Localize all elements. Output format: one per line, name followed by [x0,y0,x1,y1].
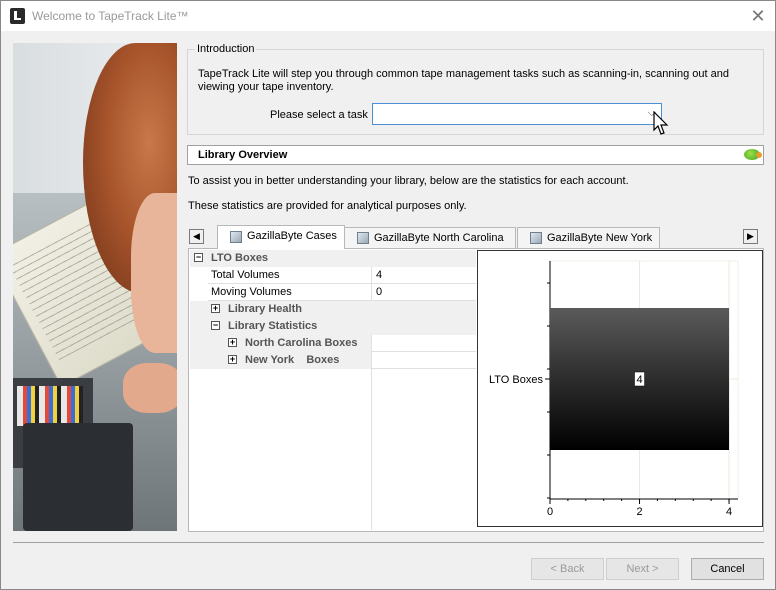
tab-label: GazillaByte North Carolina [374,232,504,244]
tab-scroll-right-button[interactable]: ▶ [743,229,758,244]
grid-row-value [371,335,476,352]
grid-row-moving-volumes[interactable]: Moving Volumes 0 [190,284,476,301]
expand-icon[interactable]: + [228,338,237,347]
statistics-note: These statistics are provided for analyt… [188,200,467,212]
grid-row-value: 0 [371,284,476,301]
grid-row-library-health[interactable]: + Library Health [190,301,476,318]
grid-row-new-york-boxes[interactable]: + New York Boxes [190,352,476,369]
grid-empty-value-area [371,369,476,530]
next-button[interactable]: Next > [606,558,679,580]
hero-person-hand [123,363,177,413]
library-overview-header: Library Overview [187,145,764,165]
x-tick-label: 0 [547,506,553,518]
chart-canvas: 0 2 4 LTO Boxes 4 [489,260,739,518]
grid-row-label: Library Health [228,303,302,315]
data-label: 4 [636,374,642,386]
tab-gazillabyte-north-carolina[interactable]: GazillaByte North Carolina [344,227,516,248]
hero-person-face [131,193,177,353]
statistics-grid: − LTO Boxes Total Volumes 4 Moving Volum… [190,250,476,530]
grid-row-total-volumes[interactable]: Total Volumes 4 [190,267,476,284]
tab-label: GazillaByte Cases [247,230,337,242]
task-select-label: Please select a task [270,109,368,121]
back-button[interactable]: < Back [531,558,604,580]
introduction-group-title: Introduction [195,43,257,55]
tab-label: GazillaByte New York [547,232,653,244]
x-tick-label: 2 [636,506,642,518]
close-button[interactable]: ✕ [745,5,771,27]
grid-empty-area [190,369,371,530]
hero-photo [13,43,177,531]
gazillabyte-logo-icon [744,149,762,160]
collapse-icon[interactable]: − [211,321,220,330]
y-category-label: LTO Boxes [489,374,544,386]
account-cube-icon [530,232,542,244]
lto-boxes-chart: 0 2 4 LTO Boxes 4 [477,250,763,527]
introduction-description: TapeTrack Lite will step you through com… [198,68,729,93]
footer-separator [13,542,764,543]
grid-row-label: New York Boxes [245,354,340,366]
account-cube-icon [230,231,242,243]
grid-row-lto-boxes[interactable]: − LTO Boxes [190,250,476,267]
grid-row-label: Total Volumes [211,269,280,281]
x-tick-label: 4 [726,506,732,518]
cancel-button[interactable]: Cancel [691,558,764,580]
title-bar[interactable]: Welcome to TapeTrack Lite™ ✕ [1,1,775,31]
expand-icon[interactable]: + [211,304,220,313]
grid-row-value [371,352,476,369]
tab-gazillabyte-new-york[interactable]: GazillaByte New York [517,227,660,248]
assist-text: To assist you in better understanding yo… [188,175,629,187]
grid-row-label: North Carolina Boxes [245,337,358,349]
grid-row-library-statistics[interactable]: − Library Statistics [190,318,476,335]
grid-row-label: LTO Boxes [211,252,269,264]
grid-row-value: 4 [371,267,476,284]
collapse-icon[interactable]: − [194,253,203,262]
tab-gazillabyte-cases[interactable]: GazillaByte Cases [217,225,345,249]
dialog-window: Welcome to TapeTrack Lite™ ✕ Introductio… [0,0,776,590]
hero-tape-case [23,423,133,531]
window-title: Welcome to TapeTrack Lite™ [32,9,189,23]
grid-row-label: Moving Volumes [211,286,292,298]
tab-scroll-left-button[interactable]: ◀ [189,229,204,244]
library-overview-title: Library Overview [198,149,288,161]
account-cube-icon [357,232,369,244]
expand-icon[interactable]: + [228,355,237,364]
grid-row-label: Library Statistics [228,320,318,332]
grid-row-north-carolina-boxes[interactable]: + North Carolina Boxes [190,335,476,352]
task-select-dropdown[interactable]: ⌵ [372,103,662,125]
tapetrack-app-icon [10,8,25,24]
